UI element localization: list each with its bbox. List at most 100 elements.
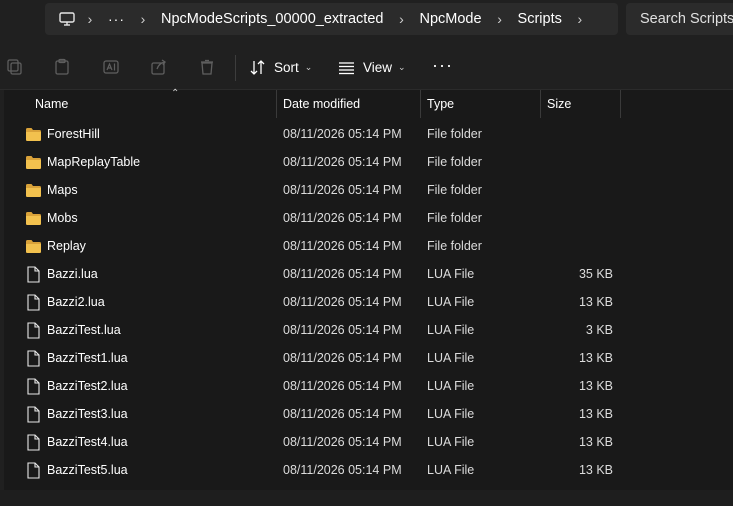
file-icon [24,293,42,311]
item-name-label: BazziTest3.lua [47,407,128,421]
item-date: 08/11/2026 05:14 PM [283,183,402,197]
item-date: 08/11/2026 05:14 PM [283,379,402,393]
file-row[interactable]: Bazzi2.lua 08/11/2026 05:14 PM LUA File 13 … [4,288,733,316]
folder-row[interactable]: Maps 08/11/2026 05:14 PM File folder [4,176,733,204]
item-type: File folder [427,155,482,169]
file-list: Name ⌃ Date modified Type Size ForestHil… [4,88,733,490]
item-type: LUA File [427,267,475,281]
column-header-date[interactable]: Date modified [277,90,421,118]
item-size: 35 KB [578,267,613,281]
column-header-size-label: Size [547,97,572,111]
item-name-label: Bazzi2.lua [47,295,105,309]
sort-button[interactable]: Sort ⌄ [249,57,312,77]
file-row[interactable]: BazziTest4.lua 08/11/2026 05:14 PM LUA Fil… [4,428,733,456]
item-size: 13 KB [578,463,613,477]
address-bar[interactable]: › ··· › NpcModeScripts_00000_extracted ›… [45,3,618,35]
breadcrumb-overflow[interactable]: ··· [104,11,129,27]
item-name[interactable]: Mobs [24,204,78,232]
breadcrumb-npcmode[interactable]: NpcMode [415,11,485,27]
item-size [541,148,613,176]
file-icon [24,433,42,451]
item-name[interactable]: BazziTest4.lua [24,428,128,456]
chevron-right-icon[interactable]: › [76,9,104,29]
status-bar [0,490,733,506]
item-type: File folder [427,127,482,141]
file-icon [24,265,42,283]
item-name-label: ForestHill [47,127,100,141]
item-type: File folder [427,211,482,225]
item-size: 13 KB [578,435,613,449]
folder-row[interactable]: Replay 08/11/2026 05:14 PM File folder [4,232,733,260]
item-name[interactable]: BazziTest2.lua [24,372,128,400]
item-name-label: BazziTest4.lua [47,435,128,449]
item-date: 08/11/2026 05:14 PM [283,407,402,421]
item-date: 08/11/2026 05:14 PM [283,295,402,309]
more-options-button[interactable]: ··· [432,56,453,74]
item-name[interactable]: ForestHill [24,120,100,148]
address-bar-row: › ··· › NpcModeScripts_00000_extracted ›… [0,0,733,40]
folder-row[interactable]: MapReplayTable 08/11/2026 05:14 PM File fo… [4,148,733,176]
command-bar: Sort ⌄ View ⌄ ··· [0,40,733,90]
file-icon [24,405,42,423]
chevron-right-icon[interactable]: › [566,9,594,29]
item-name-label: Mobs [47,211,78,225]
chevron-right-icon[interactable]: › [387,9,415,29]
file-row[interactable]: Bazzi.lua 08/11/2026 05:14 PM LUA File 35 K… [4,260,733,288]
this-pc-icon[interactable] [58,10,76,28]
item-name[interactable]: Bazzi.lua [24,260,98,288]
search-input[interactable]: Search Scripts [626,3,733,35]
sort-label: Sort [274,59,299,75]
folder-row[interactable]: Mobs 08/11/2026 05:14 PM File folder [4,204,733,232]
column-header-name[interactable]: Name ⌃ [29,88,277,118]
file-row[interactable]: BazziTest2.lua 08/11/2026 05:14 PM LUA Fil… [4,372,733,400]
delete-icon[interactable] [198,58,216,76]
paste-icon[interactable] [53,58,71,76]
breadcrumb-scripts[interactable]: Scripts [514,11,566,27]
item-name[interactable]: Replay [24,232,86,260]
view-button[interactable]: View ⌄ [338,57,406,77]
copy-icon[interactable] [6,58,24,76]
item-name[interactable]: Maps [24,176,78,204]
item-size: 13 KB [578,351,613,365]
sort-icon [250,59,265,75]
item-name[interactable]: BazziTest1.lua [24,344,128,372]
breadcrumb-npcmodescripts[interactable]: NpcModeScripts_00000_extracted [157,11,387,27]
file-row[interactable]: BazziTest.lua 08/11/2026 05:14 PM LUA File… [4,316,733,344]
item-name-label: BazziTest.lua [47,323,121,337]
column-header-type-label: Type [427,97,455,111]
file-row[interactable]: BazziTest1.lua 08/11/2026 05:14 PM LUA Fil… [4,344,733,372]
item-name-label: BazziTest1.lua [47,351,128,365]
column-header-name-label: Name [35,97,69,111]
sort-ascending-icon: ⌃ [171,88,180,99]
item-type: LUA File [427,463,475,477]
item-type: LUA File [427,407,475,421]
file-row[interactable]: BazziTest5.lua 08/11/2026 05:14 PM LUA Fil… [4,456,733,484]
column-header-size[interactable]: Size [541,90,621,118]
folder-row[interactable]: ForestHill 08/11/2026 05:14 PM File folder [4,120,733,148]
file-row[interactable]: BazziTest3.lua 08/11/2026 05:14 PM LUA Fil… [4,400,733,428]
share-icon[interactable] [150,58,168,76]
rename-icon[interactable] [102,58,120,76]
item-name[interactable]: BazziTest.lua [24,316,121,344]
view-list-icon [339,61,354,74]
chevron-down-icon: ⌄ [304,61,313,72]
chevron-right-icon[interactable]: › [129,9,157,29]
item-type: LUA File [427,435,475,449]
folder-icon [24,238,42,254]
item-type: LUA File [427,379,475,393]
item-name[interactable]: BazziTest3.lua [24,400,128,428]
item-date: 08/11/2026 05:14 PM [283,351,402,365]
column-header-type[interactable]: Type [421,90,541,118]
folder-icon [24,210,42,226]
chevron-right-icon[interactable]: › [486,9,514,29]
item-size [541,176,613,204]
item-name[interactable]: BazziTest5.lua [24,456,128,484]
item-name[interactable]: MapReplayTable [24,148,140,176]
item-date: 08/11/2026 05:14 PM [283,323,402,337]
item-date: 08/11/2026 05:14 PM [283,463,402,477]
item-type: File folder [427,183,482,197]
item-name-label: BazziTest2.lua [47,379,128,393]
item-name[interactable]: Bazzi2.lua [24,288,105,316]
item-name-label: Replay [47,239,86,253]
item-name-label: MapReplayTable [47,155,141,169]
